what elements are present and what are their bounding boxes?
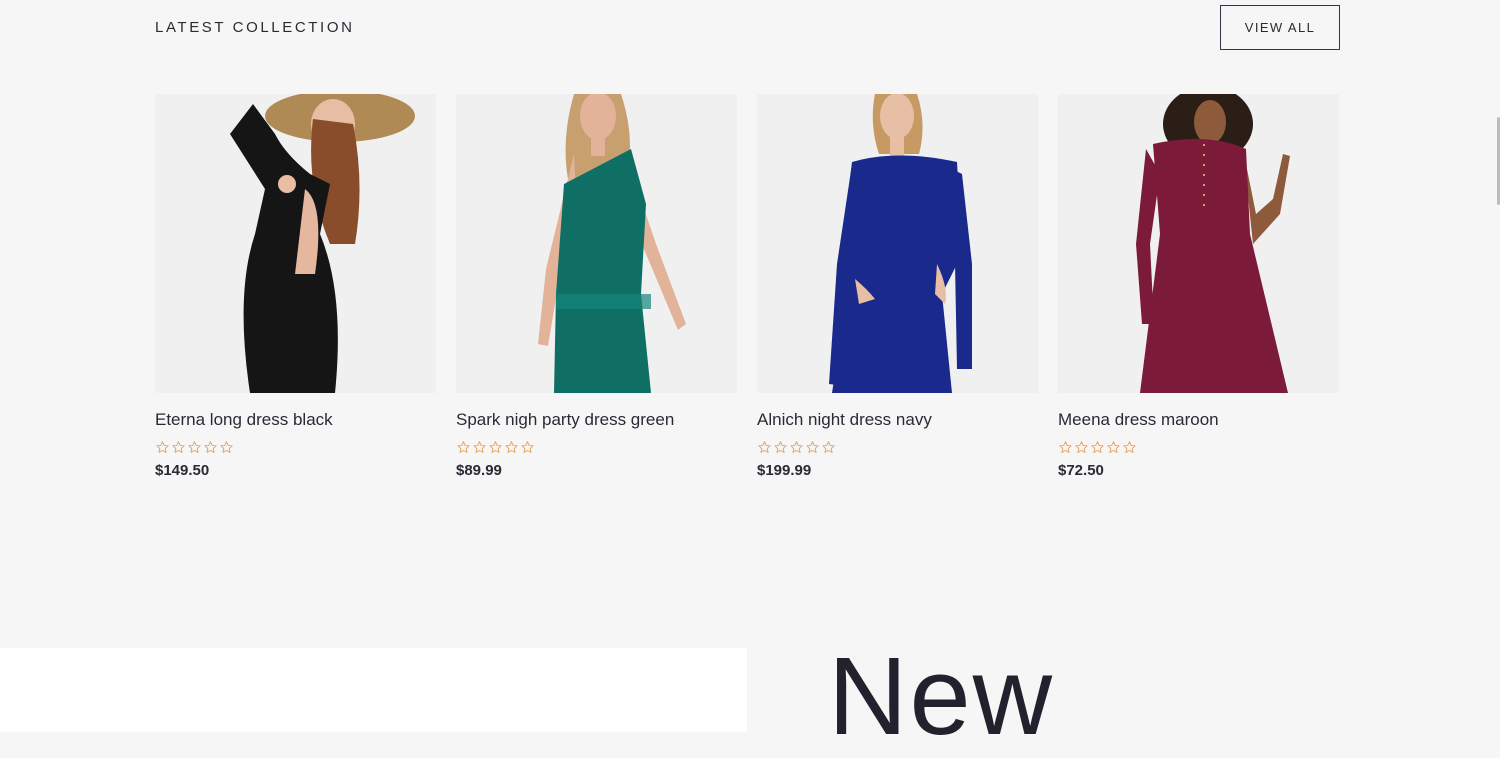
model-figure	[230, 94, 415, 393]
product-image[interactable]	[1058, 94, 1339, 393]
star-outline-icon	[172, 440, 185, 453]
star-outline-icon	[1091, 440, 1104, 453]
star-outline-icon	[489, 440, 502, 453]
banner-heading: New	[828, 635, 1055, 758]
product-image[interactable]	[757, 94, 1038, 393]
star-outline-icon	[758, 440, 771, 453]
star-outline-icon	[1075, 440, 1088, 453]
view-all-button[interactable]: VIEW ALL	[1220, 5, 1340, 50]
rating-stars	[456, 438, 737, 456]
star-outline-icon	[1123, 440, 1136, 453]
product-image[interactable]	[456, 94, 737, 393]
model-figure	[1136, 94, 1290, 393]
product-name[interactable]: Spark nigh party dress green	[456, 410, 737, 430]
rating-stars	[1058, 438, 1339, 456]
product-card[interactable]: Alnich night dress navy $199.99	[757, 94, 1038, 479]
product-card[interactable]: Eterna long dress black $149.50	[155, 94, 436, 479]
star-outline-icon	[521, 440, 534, 453]
section-header: LATEST COLLECTION VIEW ALL	[155, 0, 1340, 60]
product-price: $149.50	[155, 462, 210, 479]
product-card[interactable]: Meena dress maroon $72.50	[1058, 94, 1339, 479]
banner-image-panel	[0, 648, 747, 732]
star-outline-icon	[774, 440, 787, 453]
product-price: $199.99	[757, 462, 812, 479]
product-name[interactable]: Meena dress maroon	[1058, 410, 1339, 430]
star-outline-icon	[457, 440, 470, 453]
star-outline-icon	[505, 440, 518, 453]
star-outline-icon	[822, 440, 835, 453]
star-outline-icon	[188, 440, 201, 453]
star-outline-icon	[220, 440, 233, 453]
star-outline-icon	[790, 440, 803, 453]
star-outline-icon	[1059, 440, 1072, 453]
product-name[interactable]: Eterna long dress black	[155, 410, 436, 430]
rating-stars	[757, 438, 1038, 456]
product-name[interactable]: Alnich night dress navy	[757, 410, 1038, 430]
rating-stars	[155, 438, 436, 456]
product-card[interactable]: Spark nigh party dress green $89.99	[456, 94, 737, 479]
star-outline-icon	[473, 440, 486, 453]
product-grid: Eterna long dress black $149.50 Spark ni…	[155, 94, 1340, 494]
product-price: $72.50	[1058, 462, 1104, 479]
product-image[interactable]	[155, 94, 436, 393]
model-figure	[538, 94, 686, 393]
star-outline-icon	[806, 440, 819, 453]
star-outline-icon	[156, 440, 169, 453]
model-figure	[829, 94, 972, 393]
star-outline-icon	[204, 440, 217, 453]
product-price: $89.99	[456, 462, 502, 479]
section-title: LATEST COLLECTION	[155, 19, 355, 36]
star-outline-icon	[1107, 440, 1120, 453]
